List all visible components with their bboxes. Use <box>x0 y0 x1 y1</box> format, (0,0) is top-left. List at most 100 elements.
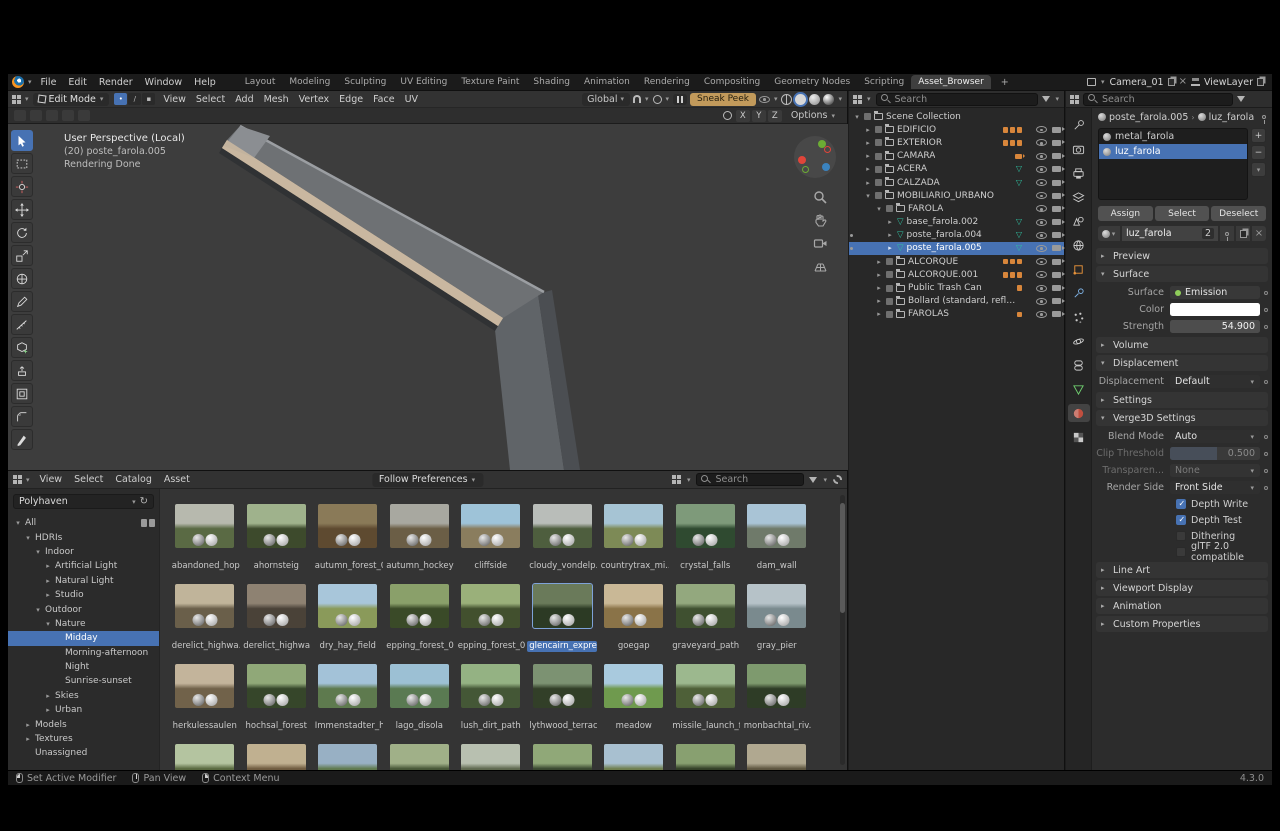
asset-preview-image[interactable] <box>175 744 234 771</box>
render-visibility-icon[interactable] <box>1052 127 1061 133</box>
outliner-row[interactable]: ▸ ▽ poste_farola.005 ▽ <box>849 242 1064 255</box>
catalog-row[interactable]: Midday <box>8 631 159 645</box>
hide-eye-icon[interactable] <box>1036 205 1047 212</box>
tool-button[interactable] <box>11 176 33 197</box>
render-visibility-icon[interactable] <box>1052 140 1061 146</box>
catalog-row[interactable]: Night <box>8 660 159 674</box>
sneak-peek-button[interactable]: Sneak Peek <box>690 93 756 106</box>
asset-preview-image[interactable] <box>318 744 377 771</box>
hide-eye-icon[interactable] <box>1036 139 1047 146</box>
collection-checkbox[interactable] <box>886 311 893 318</box>
pan-hand-icon[interactable] <box>813 213 828 228</box>
tool-button[interactable] <box>11 337 33 358</box>
asset-preview-image[interactable] <box>461 744 520 771</box>
tool-icon[interactable] <box>14 110 26 121</box>
snap-magnet-icon[interactable] <box>633 95 641 103</box>
axis-z-dot[interactable] <box>822 163 830 171</box>
outliner-row[interactable]: ▾ FAROLA <box>849 202 1064 215</box>
collection-checkbox[interactable] <box>886 285 893 292</box>
expand-arrow-icon[interactable]: ▸ <box>875 258 883 266</box>
outliner-row[interactable]: ▸ ▽ poste_farola.004 ▽ <box>849 229 1064 242</box>
orientation-dropdown[interactable]: Global ▾ <box>582 93 630 106</box>
render-visibility-icon[interactable] <box>1052 193 1061 199</box>
viewport-menu-item[interactable]: View <box>158 93 191 106</box>
expand-arrow-icon[interactable]: ▸ <box>44 692 52 700</box>
render-visibility-icon[interactable] <box>1052 153 1061 159</box>
tool-button[interactable] <box>11 406 33 427</box>
asset-thumbnail[interactable] <box>455 744 527 771</box>
asset-preview-image[interactable] <box>747 744 806 771</box>
expand-arrow-icon[interactable]: ▸ <box>44 706 52 714</box>
asset-thumbnail[interactable]: cliffside <box>455 504 527 584</box>
catalog-row[interactable]: ▾ Indoor <box>8 545 159 559</box>
asset-preview-image[interactable] <box>247 504 306 548</box>
properties-tab[interactable] <box>1068 236 1090 254</box>
asset-thumbnail[interactable]: lago_disola <box>384 664 456 744</box>
asset-thumbnail[interactable]: epping_forest_01 <box>384 584 456 664</box>
collection-checkbox[interactable] <box>875 166 882 173</box>
menu-item[interactable]: File <box>35 76 63 89</box>
collection-checkbox[interactable] <box>886 298 893 305</box>
zoom-icon[interactable] <box>813 190 828 205</box>
outliner-row[interactable]: ▸ CAMARA <box>849 150 1064 163</box>
asset-preview-image[interactable] <box>318 584 377 628</box>
asset-thumbnail[interactable]: gray_pier <box>741 584 813 664</box>
asset-preview-image[interactable] <box>175 664 234 708</box>
expand-arrow-icon[interactable]: ▾ <box>24 534 32 542</box>
breadcrumb-object[interactable]: poste_farola.005 <box>1109 112 1188 123</box>
render-visibility-icon[interactable] <box>1052 298 1061 304</box>
asset-scrollbar[interactable] <box>840 495 845 765</box>
asset-preview-image[interactable] <box>533 664 592 708</box>
asset-thumbnail[interactable]: lythwood_terrace <box>527 664 599 744</box>
asset-preview-image[interactable] <box>175 504 234 548</box>
catalog-row[interactable]: ▸ Urban <box>8 703 159 717</box>
expand-arrow-icon[interactable]: ▸ <box>875 310 883 318</box>
asset-preview-image[interactable] <box>604 504 663 548</box>
camera-view-icon[interactable] <box>813 236 828 251</box>
axis-toggle-button[interactable]: Z <box>768 110 782 122</box>
menu-item[interactable]: Window <box>139 76 188 89</box>
asset-thumbnail[interactable]: cloudy_vondelp... <box>527 504 599 584</box>
blender-logo-icon[interactable] <box>12 76 24 88</box>
asset-thumbnail[interactable] <box>312 744 384 771</box>
hide-eye-icon[interactable] <box>1036 179 1047 186</box>
strength-slider[interactable]: 54.900 <box>1170 320 1260 333</box>
expand-arrow-icon[interactable]: ▸ <box>875 284 883 292</box>
asset-preview-image[interactable] <box>533 744 592 771</box>
editor-type-icon[interactable] <box>13 475 22 484</box>
expand-arrow-icon[interactable]: ▸ <box>886 244 894 252</box>
axis-toggle-button[interactable]: Y <box>752 110 766 122</box>
catalog-row[interactable]: ▸ Artificial Light <box>8 559 159 573</box>
catalog-row[interactable]: ▾ Nature <box>8 617 159 631</box>
asset-menu-item[interactable]: Catalog <box>109 473 157 486</box>
outliner-row[interactable]: ▸ ALCORQUE <box>849 255 1064 268</box>
asset-thumbnail[interactable]: autumn_hockey <box>384 504 456 584</box>
material-slot[interactable]: luz_farola <box>1099 144 1247 159</box>
asset-preview-image[interactable] <box>533 584 592 628</box>
emission-color-swatch[interactable] <box>1170 303 1260 316</box>
add-workspace-button[interactable]: + <box>997 77 1013 88</box>
viewport-menu-item[interactable]: Edge <box>334 93 368 106</box>
tool-button[interactable] <box>11 383 33 404</box>
viewport-menu-item[interactable]: UV <box>400 93 423 106</box>
refresh-icon[interactable]: ↻ <box>140 496 148 507</box>
material-shading-button[interactable] <box>809 94 820 105</box>
render-visibility-icon[interactable] <box>1052 206 1061 212</box>
render-visibility-icon[interactable] <box>1052 166 1061 172</box>
viewport-menu-item[interactable]: Select <box>191 93 230 106</box>
collection-checkbox[interactable] <box>886 258 893 265</box>
expand-arrow-icon[interactable]: ▸ <box>24 721 32 729</box>
render-visibility-icon[interactable] <box>1052 180 1061 186</box>
asset-preview-image[interactable] <box>247 744 306 771</box>
expand-arrow-icon[interactable]: ▾ <box>853 113 861 121</box>
pivot-icon[interactable] <box>46 110 58 121</box>
panel-volume[interactable]: ▸Volume <box>1096 337 1268 353</box>
tool-button[interactable] <box>11 291 33 312</box>
expand-arrow-icon[interactable]: ▸ <box>44 591 52 599</box>
hide-eye-icon[interactable] <box>1036 271 1047 278</box>
asset-thumbnail[interactable]: herkulessaulen <box>169 664 241 744</box>
collection-checkbox[interactable] <box>875 126 882 133</box>
catalog-row[interactable]: Sunrise-sunset <box>8 674 159 688</box>
asset-thumbnail[interactable] <box>670 744 742 771</box>
axis-y-neg-dot[interactable] <box>802 166 809 173</box>
